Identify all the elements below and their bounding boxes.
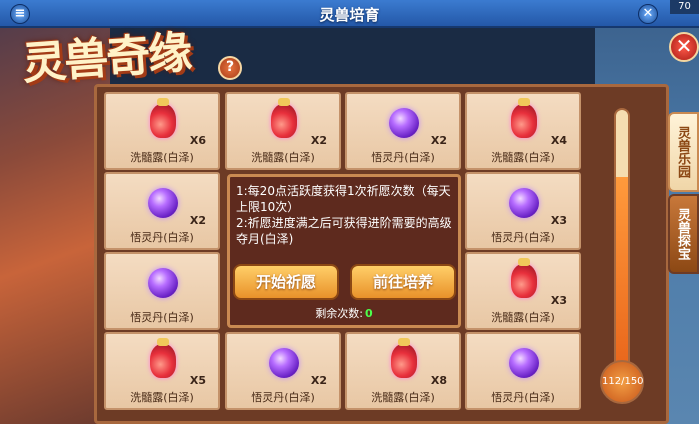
reward-slot[interactable]: X2 悟灵丹(白泽) — [225, 332, 341, 410]
orb-icon — [148, 188, 178, 218]
item-quantity: X3 — [550, 214, 567, 227]
item-name: 悟灵丹(白泽) — [130, 231, 194, 244]
progress-fill — [616, 177, 628, 376]
reward-slot[interactable]: X5 洗髓露(白泽) — [104, 332, 220, 410]
reward-slot[interactable]: 悟灵丹(白泽) — [465, 332, 581, 410]
item-name: 悟灵丹(白泽) — [130, 311, 194, 324]
reward-slot[interactable]: X3 悟灵丹(白泽) — [465, 172, 581, 250]
item-quantity: X2 — [430, 134, 447, 147]
progress-label: 112/150 — [600, 360, 644, 404]
orb-icon — [148, 268, 178, 298]
start-wish-button[interactable]: 开始祈愿 — [233, 264, 339, 300]
reward-slot[interactable]: X2 洗髓露(白泽) — [225, 92, 341, 170]
help-button[interactable]: ? — [218, 56, 242, 80]
remaining-counter: 剩余次数: 0 — [227, 305, 461, 321]
item-quantity: X6 — [189, 134, 206, 147]
item-quantity: X8 — [430, 374, 447, 387]
item-name: 洗髓露(白泽) — [491, 311, 555, 324]
menu-icon[interactable]: ≡ — [10, 4, 30, 24]
bottle-icon — [150, 338, 176, 378]
reward-slot[interactable]: X4 洗髓露(白泽) — [465, 92, 581, 170]
item-quantity: X5 — [189, 374, 206, 387]
item-name: 悟灵丹(白泽) — [251, 391, 315, 404]
orb-icon — [509, 188, 539, 218]
tab-spirit-park[interactable]: 灵兽乐园 — [668, 112, 699, 192]
item-quantity: X2 — [189, 214, 206, 227]
event-title: 灵兽奇缘 — [20, 27, 192, 90]
reward-slot[interactable]: X8 洗髓露(白泽) — [345, 332, 461, 410]
orb-icon — [509, 348, 539, 378]
item-quantity: X2 — [310, 134, 327, 147]
info-line-2: 2:祈愿进度满之后可获得进阶需要的高级夺月(白泽) — [236, 216, 452, 246]
reward-slot[interactable]: X2 悟灵丹(白泽) — [104, 172, 220, 250]
bottle-icon — [391, 338, 417, 378]
item-quantity: X2 — [310, 374, 327, 387]
reward-slot[interactable]: X3 洗髓露(白泽) — [465, 252, 581, 330]
go-cultivate-button[interactable]: 前往培养 — [350, 264, 456, 300]
reward-slot[interactable]: X6 洗髓露(白泽) — [104, 92, 220, 170]
reward-slot[interactable]: X2 悟灵丹(白泽) — [345, 92, 461, 170]
item-name: 洗髓露(白泽) — [371, 391, 435, 404]
reward-slot[interactable]: 悟灵丹(白泽) — [104, 252, 220, 330]
item-quantity: X4 — [550, 134, 567, 147]
level-badge: 70 — [670, 0, 699, 14]
remaining-label: 剩余次数: — [315, 307, 364, 320]
wish-progress-meter: 112/150 — [600, 108, 644, 408]
info-line-1: 1:每20点活跃度获得1次祈愿次数（每天上限10次） — [236, 184, 451, 214]
item-name: 悟灵丹(白泽) — [491, 391, 555, 404]
bottle-icon — [511, 98, 537, 138]
bottle-icon — [150, 98, 176, 138]
item-name: 洗髓露(白泽) — [130, 391, 194, 404]
item-name: 洗髓露(白泽) — [251, 151, 315, 164]
progress-tube — [614, 108, 630, 378]
tab-spirit-treasure[interactable]: 灵兽探宝 — [668, 194, 699, 274]
info-text: 1:每20点活跃度获得1次祈愿次数（每天上限10次） 2:祈愿进度满之后可获得进… — [236, 183, 458, 247]
item-name: 悟灵丹(白泽) — [371, 151, 435, 164]
close-button[interactable]: ✕ — [669, 32, 699, 62]
close-icon[interactable]: ✕ — [638, 4, 658, 24]
item-name: 洗髓露(白泽) — [491, 151, 555, 164]
bottle-icon — [511, 258, 537, 298]
remaining-count: 0 — [365, 307, 373, 320]
item-name: 悟灵丹(白泽) — [491, 231, 555, 244]
item-quantity: X3 — [550, 294, 567, 307]
orb-icon — [269, 348, 299, 378]
item-name: 洗髓露(白泽) — [130, 151, 194, 164]
orb-icon — [389, 108, 419, 138]
bottle-icon — [271, 98, 297, 138]
